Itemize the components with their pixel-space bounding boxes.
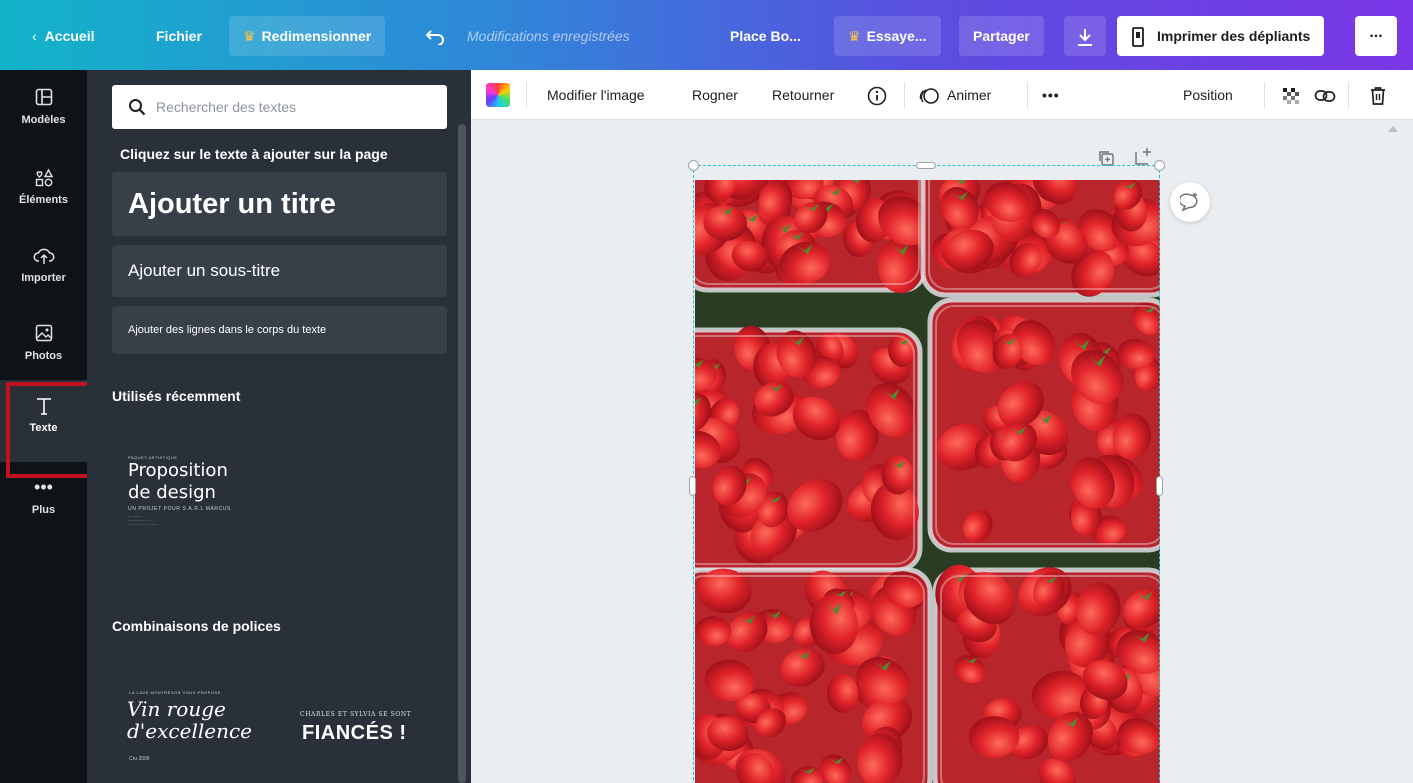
rail-item-label: Importer [21, 272, 66, 284]
combo-eyebrow-2: CHARLES ET SYLVIA SE SONT [300, 711, 412, 718]
search-input[interactable] [156, 95, 436, 119]
link-icon [1314, 90, 1336, 103]
resize-handle-left[interactable] [689, 476, 696, 496]
animate-button[interactable]: Animer [919, 70, 991, 120]
add-body-text-button[interactable]: Ajouter des lignes dans le corps du text… [112, 306, 447, 354]
resize-button[interactable]: ♛ Redimensionner [229, 16, 386, 56]
flip-button[interactable]: Retourner [772, 70, 834, 120]
duplicate-page-icon[interactable] [1097, 149, 1115, 167]
add-page-icon[interactable] [1133, 147, 1153, 167]
rail-item-photos[interactable]: Photos [0, 310, 87, 380]
rail-item-label: Photos [24, 350, 63, 362]
share-button[interactable]: Partager [959, 16, 1044, 56]
elements-icon [35, 168, 53, 187]
animate-label: Animer [947, 87, 992, 103]
rail-item-label: Texte [29, 422, 58, 434]
resize-handle-top-left[interactable] [688, 160, 699, 171]
transparency-button[interactable] [1281, 70, 1301, 120]
crown-icon: ♛ [243, 28, 256, 44]
upload-icon [33, 248, 54, 264]
divider [904, 82, 905, 108]
try-pro-label: Essaye... [866, 28, 927, 44]
print-flyers-button[interactable]: Imprimer des dépliants [1117, 16, 1325, 56]
download-icon [1078, 29, 1092, 47]
top-bar: ‹ Accueil Fichier ♛ Redimensionner Modific… [0, 0, 1413, 70]
font-combinations-heading: Combinaisons de polices [112, 618, 281, 634]
rail-item-upload[interactable]: Importer [0, 232, 87, 302]
resize-handle-right[interactable] [1156, 476, 1163, 496]
search-box[interactable] [112, 85, 447, 129]
template-subline: UN PROJET POUR S.A.R.L MARCUS [128, 506, 231, 512]
add-text-instruction: Cliquez sur le texte à ajouter sur la pa… [120, 146, 388, 162]
crown-icon: ♛ [848, 28, 861, 44]
divider [526, 82, 527, 108]
add-heading-button[interactable]: Ajouter un titre [112, 172, 447, 236]
combo-bold-text[interactable]: FIANCÉS ! [302, 722, 407, 745]
template-bullets: • ———— • ——————— • ————————— [128, 514, 157, 526]
info-button[interactable] [867, 70, 887, 120]
info-icon [867, 86, 887, 106]
divider [1027, 82, 1028, 108]
rail-item-label: Modèles [21, 114, 66, 126]
download-button[interactable] [1064, 16, 1106, 56]
add-subheading-button[interactable]: Ajouter un sous-titre [112, 245, 447, 297]
photos-icon [35, 324, 52, 342]
try-pro-button[interactable]: ♛ Essaye... [834, 16, 941, 56]
rail-item-elements[interactable]: Éléments [0, 154, 87, 224]
combo-script-text[interactable]: Vin rouge d'excellence [127, 698, 252, 742]
panel-scrollbar[interactable] [458, 124, 466, 783]
search-icon [129, 99, 146, 116]
link-button[interactable] [1314, 70, 1336, 120]
print-icon [1132, 27, 1144, 48]
position-button[interactable]: Position [1183, 70, 1233, 120]
print-flyers-label: Imprimer des dépliants [1157, 28, 1311, 44]
animate-icon [919, 88, 939, 105]
recent-text-template[interactable]: PAQUET ARTISTIQUE Proposition de design … [128, 455, 278, 526]
rail-item-text[interactable]: Texte [0, 380, 92, 478]
document-title[interactable]: Place Bo... [720, 16, 811, 56]
chevron-left-icon: ‹ [32, 28, 37, 44]
rail-item-more[interactable]: ••• Plus [0, 464, 87, 534]
template-line1: Proposition [128, 460, 228, 481]
template-line2: de design [128, 482, 216, 503]
combo-date: Cru 2006 [129, 756, 150, 762]
resize-label: Redimensionner [261, 28, 372, 44]
home-button[interactable]: ‹ Accueil [22, 16, 104, 56]
add-comment-button[interactable] [1170, 182, 1210, 222]
strawberry-photo[interactable] [695, 180, 1160, 783]
resize-handle-top-right[interactable] [1154, 160, 1165, 171]
rail-item-label: Plus [31, 504, 56, 516]
home-label: Accueil [44, 28, 95, 44]
combo-eyebrow: LA CAVE MONTRÉSOR VOUS PROPOSE [129, 690, 221, 695]
crop-button[interactable]: Rogner [692, 70, 738, 120]
saved-status: Modifications enregistrées [467, 28, 630, 44]
more-tools-button[interactable]: ••• [1042, 70, 1060, 120]
undo-button[interactable] [415, 16, 455, 56]
more-options-button[interactable]: ... [1355, 16, 1397, 56]
canvas-scroll-up-arrow[interactable] [1388, 126, 1398, 132]
divider [1348, 82, 1349, 108]
more-icon: ••• [34, 477, 53, 497]
rail-item-templates[interactable]: Modèles [0, 74, 87, 144]
recently-used-heading: Utilisés récemment [112, 388, 241, 404]
text-panel: Cliquez sur le texte à ajouter sur la pa… [87, 70, 471, 783]
delete-button[interactable] [1369, 70, 1387, 120]
font-combination-templates: LA CAVE MONTRÉSOR VOUS PROPOSE Vin rouge… [127, 688, 447, 768]
undo-icon [425, 30, 444, 47]
transparency-icon [1283, 88, 1299, 105]
rail-item-label: Éléments [19, 194, 68, 206]
text-icon [36, 398, 51, 415]
image-context-toolbar: Modifier l'image Rogner Retourner Animer… [471, 70, 1413, 120]
divider [1264, 82, 1265, 108]
color-picker-button[interactable] [486, 83, 510, 107]
templates-icon [35, 88, 52, 106]
comment-icon [1180, 193, 1198, 212]
edit-image-button[interactable]: Modifier l'image [547, 70, 645, 120]
file-menu-button[interactable]: Fichier [146, 16, 212, 56]
resize-handle-top[interactable] [916, 162, 936, 169]
trash-icon [1371, 87, 1385, 106]
side-nav-rail: Modèles Éléments Importer Photos Texte •… [0, 70, 92, 783]
